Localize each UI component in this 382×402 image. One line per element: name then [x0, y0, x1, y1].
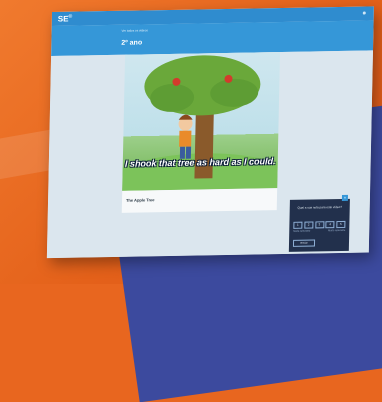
breadcrumb[interactable]: Ver todos os vídeos — [122, 28, 148, 32]
scale-high-label: Muito relevante — [328, 228, 346, 233]
rating-option-3[interactable]: 3 — [314, 221, 324, 229]
feedback-widget: × Qual a sua nota para este vídeo? 1 2 3… — [288, 194, 350, 252]
video-frame-illustration — [122, 55, 281, 191]
page-title: 2º ano — [121, 39, 143, 47]
rating-options: 1 2 3 4 5 — [293, 220, 346, 229]
video-title: The Apple Tree — [125, 197, 155, 203]
menu-icon[interactable] — [362, 11, 366, 15]
rating-option-2[interactable]: 2 — [304, 221, 314, 229]
boy-shirt — [179, 130, 192, 147]
video-info: The Apple Tree — [121, 188, 278, 213]
feedback-question: Qual a sua nota para este vídeo? — [297, 204, 342, 210]
video-player[interactable]: I shook that tree as hard as I could. — [122, 52, 281, 191]
laptop-screen: SE© Ver todos os vídeos 2º ano I shook t… — [46, 6, 374, 259]
rating-option-1[interactable]: 1 — [293, 221, 303, 229]
logo[interactable]: SE© — [58, 14, 73, 24]
close-icon[interactable]: × — [341, 194, 348, 201]
tree-trunk — [194, 108, 214, 179]
rating-option-4[interactable]: 4 — [325, 221, 335, 229]
send-button[interactable]: Enviar — [292, 239, 316, 247]
rating-option-5[interactable]: 5 — [336, 220, 346, 229]
scale-low-label: Nada relevante — [293, 229, 311, 233]
rating-scale: Nada relevante Muito relevante — [293, 229, 345, 233]
